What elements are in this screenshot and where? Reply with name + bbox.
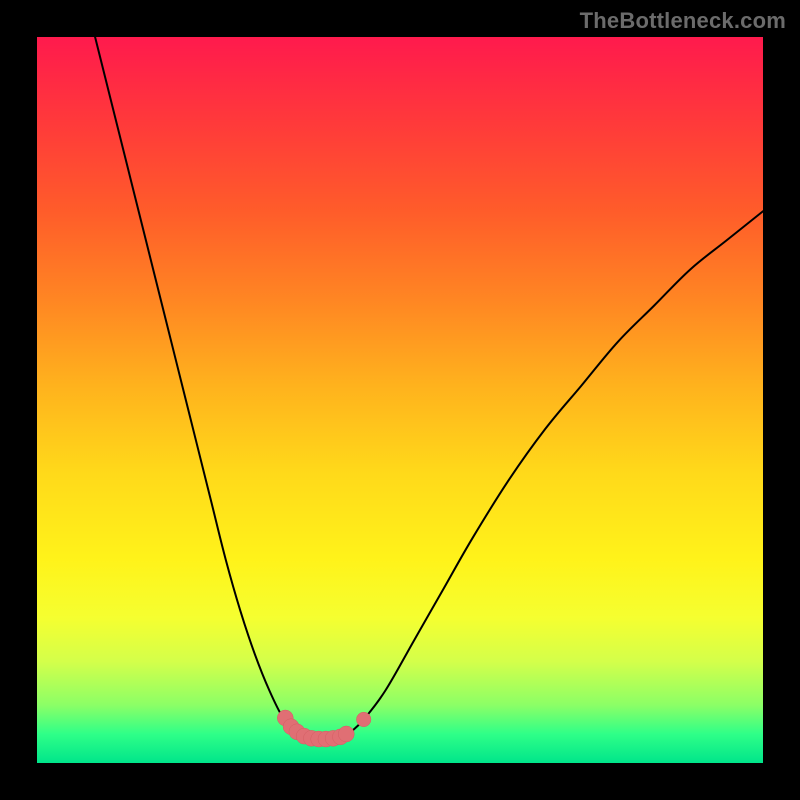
curve-left-branch	[95, 37, 295, 733]
watermark-text: TheBottleneck.com	[580, 8, 786, 34]
curve-right-branch	[353, 211, 763, 730]
chart-plot-area	[37, 37, 763, 763]
chart-svg	[37, 37, 763, 763]
chart-frame: TheBottleneck.com	[0, 0, 800, 800]
curve-marker	[338, 726, 354, 742]
curve-layer	[95, 37, 763, 739]
marker-layer	[277, 710, 371, 747]
curve-marker	[356, 712, 371, 727]
